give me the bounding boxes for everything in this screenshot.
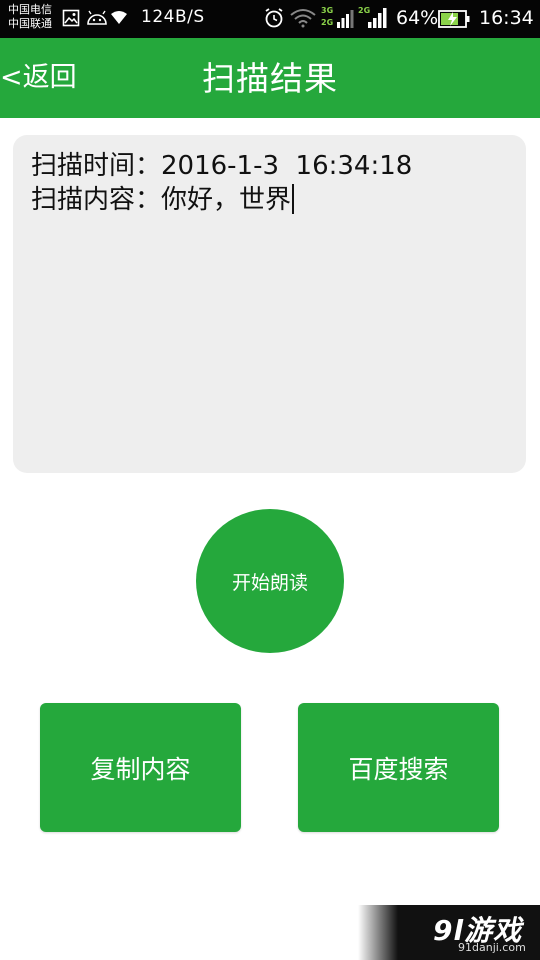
page-title: 扫描结果 [202, 59, 338, 98]
status-bar: 中国电信 中国联通 124B/S 3G 2G 2G 64% 16:34 [0, 0, 540, 38]
android-icon [87, 10, 107, 25]
signal-strength-1-icon [337, 10, 354, 28]
battery-percentage: 64% [396, 7, 439, 29]
wifi-signal-icon [111, 11, 127, 24]
scan-result-textarea[interactable]: 扫描时间：2016-1-3 16:34:18 扫描内容：你好，世界 [13, 135, 526, 473]
alarm-icon [265, 8, 283, 28]
carrier-labels: 中国电信 中国联通 [8, 3, 52, 31]
battery-charging-icon [438, 10, 470, 28]
scan-content-row: 扫描内容：你好，世界 [31, 183, 508, 217]
carrier-2: 中国联通 [8, 17, 52, 30]
network-speed: 124B/S [141, 7, 205, 27]
copy-content-button[interactable]: 复制内容 [40, 703, 241, 832]
baidu-search-button[interactable]: 百度搜索 [298, 703, 499, 832]
network-type-1b: 2G [321, 18, 334, 27]
text-cursor [292, 184, 295, 214]
wifi-icon [290, 9, 316, 28]
network-type-1: 3G [321, 6, 334, 15]
scan-content-line: 扫描内容：你好，世界 [31, 185, 292, 215]
carrier-1: 中国电信 [8, 3, 52, 16]
gallery-icon [62, 9, 80, 27]
scan-time-line: 扫描时间：2016-1-3 16:34:18 [31, 151, 413, 181]
title-bar: <返回 扫描结果 [0, 38, 540, 118]
clock: 16:34 [479, 7, 534, 29]
watermark-url: 91danji.com [458, 941, 526, 954]
watermark: 9l游戏 91danji.com [358, 905, 540, 960]
signal-strength-2-icon [368, 8, 387, 28]
read-aloud-button[interactable]: 开始朗读 [196, 509, 344, 653]
